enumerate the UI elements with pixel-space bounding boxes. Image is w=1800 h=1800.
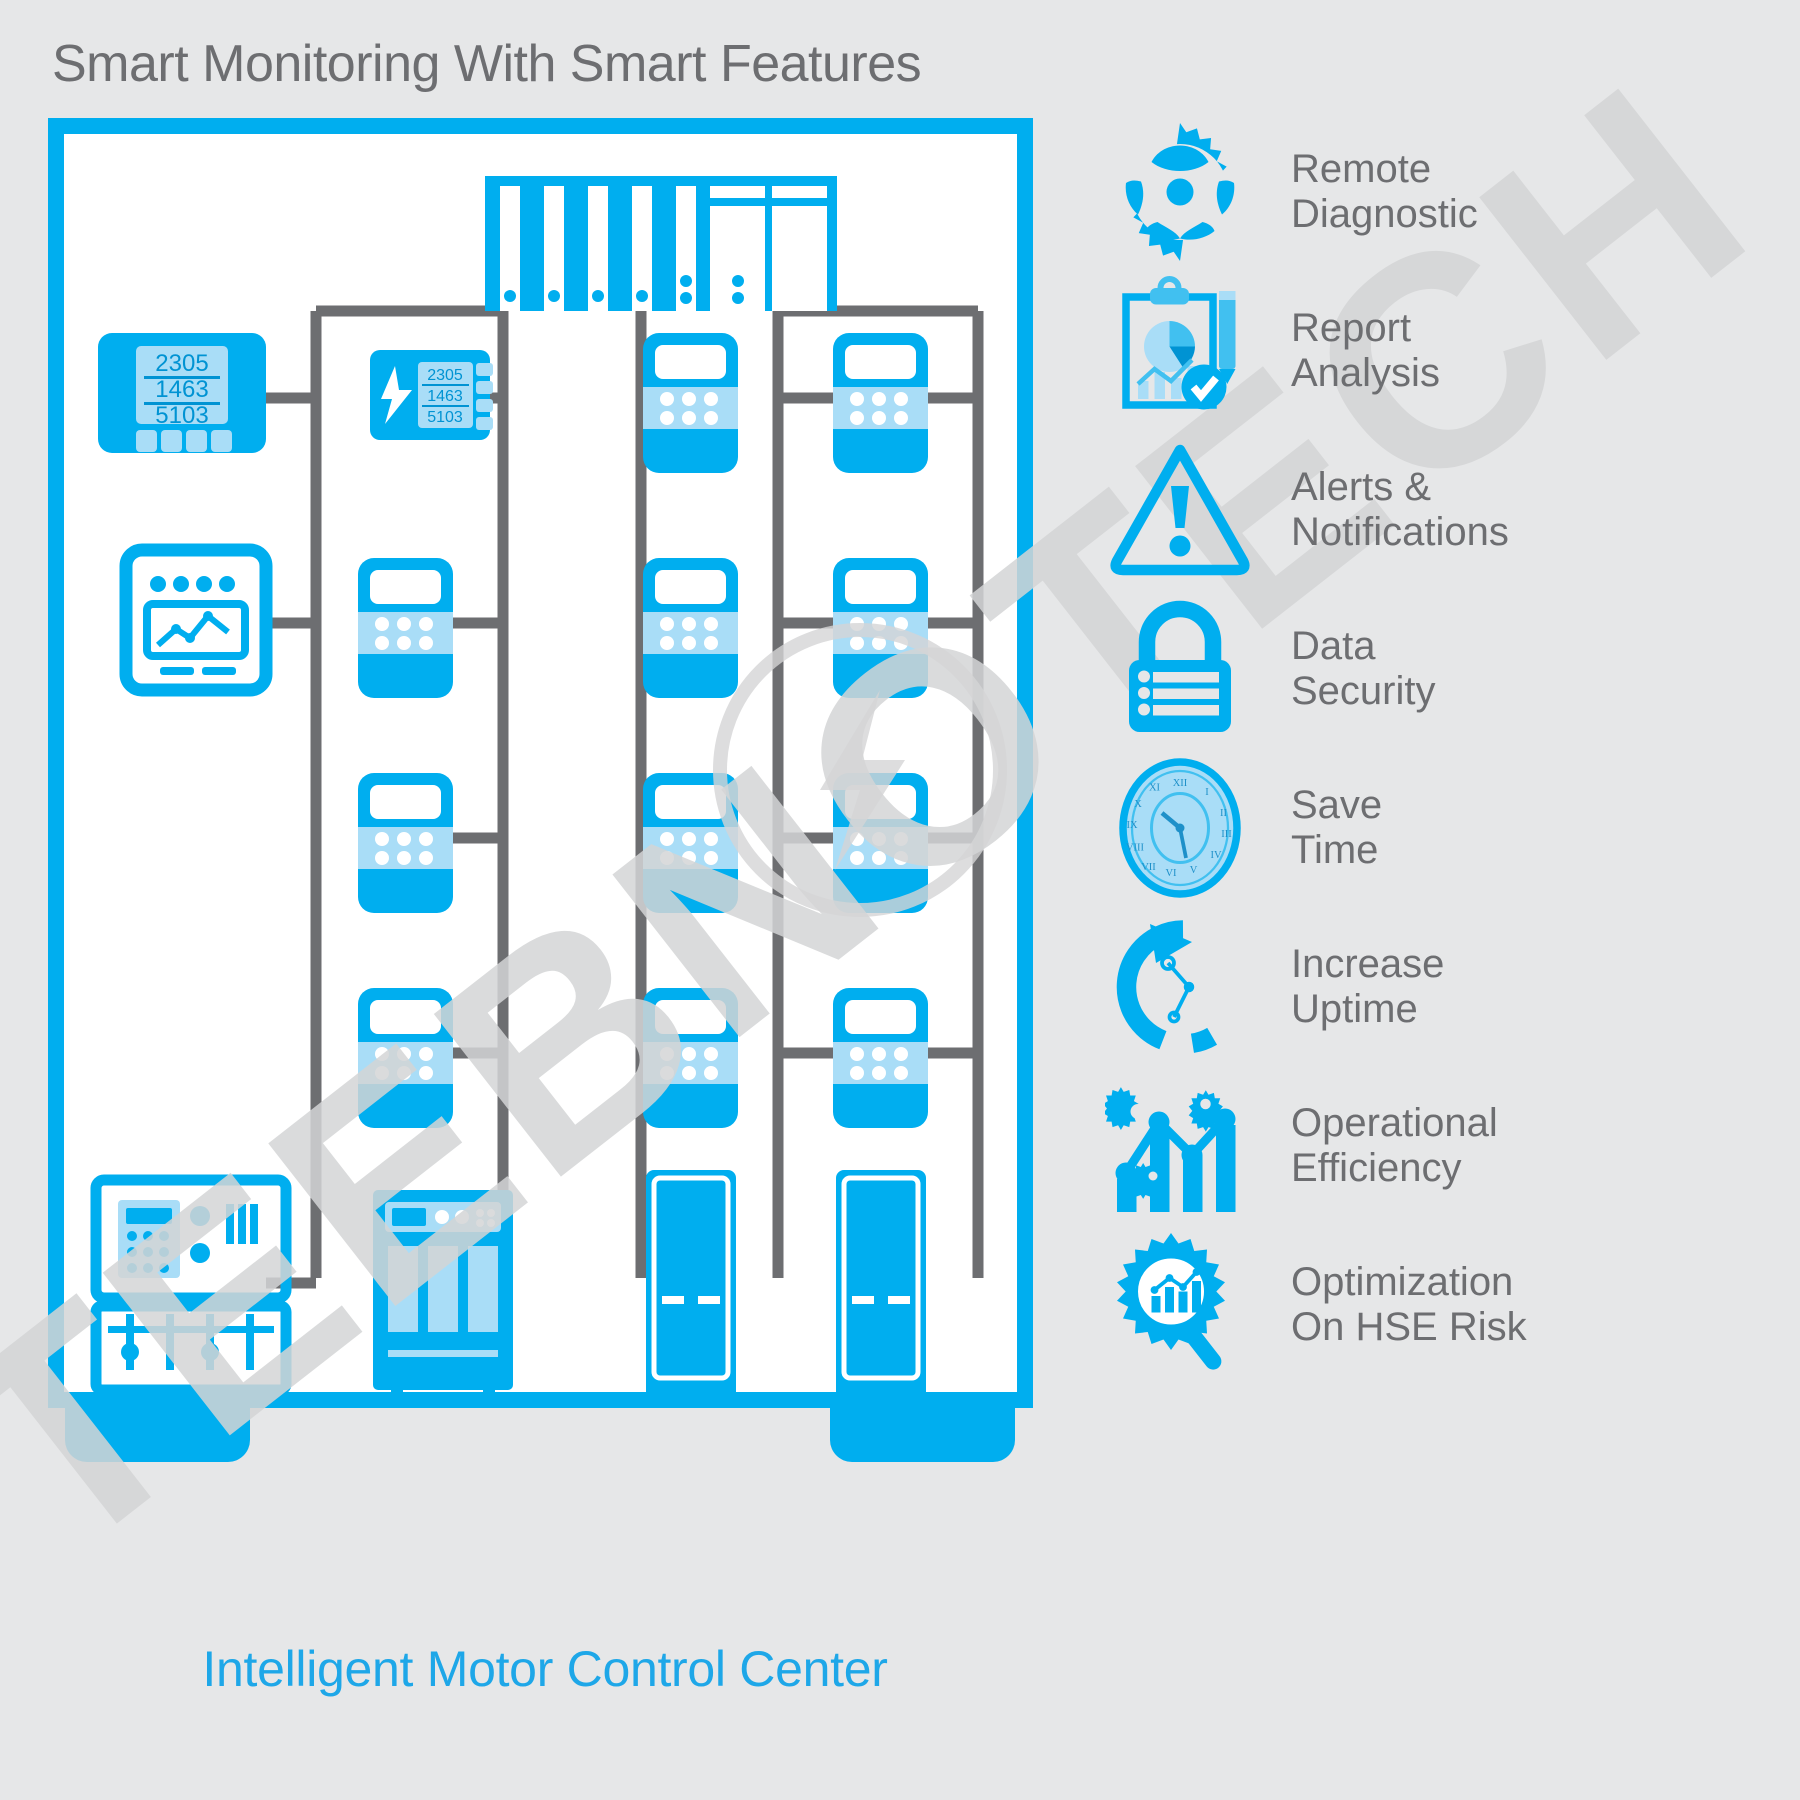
relay-line-2: 1463	[427, 388, 463, 405]
switchgear-panel[interactable]	[373, 1190, 513, 1400]
svg-text:IV: IV	[1210, 850, 1221, 861]
feature-label: Remote Diagnostic	[1291, 146, 1478, 236]
vertical-drive-cabinet[interactable]	[646, 1170, 736, 1400]
gear-icon	[1085, 117, 1275, 267]
operator-console[interactable]	[90, 1174, 292, 1396]
bar-chart-gears-icon	[1085, 1071, 1275, 1221]
feature-label: Report Analysis	[1291, 305, 1440, 395]
mcc-bucket-group	[358, 333, 928, 1128]
monitoring-display[interactable]	[119, 543, 273, 697]
feature-item-data-security[interactable]: Data Security	[1085, 589, 1785, 748]
feature-item-operational-efficiency[interactable]: Operational Efficiency	[1085, 1066, 1785, 1225]
mcc-bucket[interactable]	[358, 988, 453, 1128]
relay-line-1: 2305	[427, 367, 463, 384]
meter-line-3: 5103	[155, 402, 208, 429]
mcc-bucket[interactable]	[643, 988, 738, 1128]
mcc-bucket[interactable]	[358, 773, 453, 913]
svg-text:VIII: VIII	[1126, 842, 1145, 853]
clipboard-chart-icon	[1085, 275, 1275, 426]
meter-line-1: 2305	[155, 350, 208, 377]
feature-item-increase-uptime[interactable]: Increase Uptime	[1085, 907, 1785, 1066]
svg-text:VII: VII	[1141, 862, 1156, 873]
vertical-drive-cabinet[interactable]	[836, 1170, 926, 1400]
padlock-icon	[1085, 594, 1275, 744]
device-layer: 2305 1463 5103 2305 1463 5103	[90, 176, 928, 1400]
svg-text:VI: VI	[1165, 868, 1177, 879]
gear-magnifier-chart-icon	[1085, 1230, 1275, 1380]
cabinet-foot-right	[830, 1402, 1015, 1462]
svg-text:III: III	[1221, 829, 1232, 840]
page-title: Smart Monitoring With Smart Features	[52, 35, 922, 93]
power-meter[interactable]: 2305 1463 5103	[98, 333, 266, 453]
feature-label: Optimization On HSE Risk	[1291, 1259, 1527, 1349]
feature-item-optimization-hse-risk[interactable]: Optimization On HSE Risk	[1085, 1225, 1785, 1384]
mcc-bucket[interactable]	[833, 333, 928, 473]
mcc-bucket[interactable]	[833, 558, 928, 698]
svg-text:X: X	[1134, 799, 1142, 810]
cabinet-caption: Intelligent Motor Control Center	[202, 1641, 888, 1697]
svg-text:V: V	[1190, 865, 1198, 876]
mcc-bucket[interactable]	[833, 773, 928, 913]
feature-label: Save Time	[1291, 782, 1383, 872]
feature-label: Increase Uptime	[1291, 941, 1445, 1031]
warning-triangle-icon	[1085, 435, 1275, 585]
mcc-bucket[interactable]	[833, 988, 928, 1128]
feature-label: Operational Efficiency	[1291, 1100, 1498, 1190]
features-list: Remote Diagnostic Report Analysis Alerts…	[1085, 112, 1785, 1384]
uptime-arrow-clock-icon	[1085, 912, 1275, 1062]
feature-item-remote-diagnostic[interactable]: Remote Diagnostic	[1085, 112, 1785, 271]
mcc-bucket[interactable]	[643, 773, 738, 913]
plc-rack[interactable]	[485, 176, 837, 311]
cabinet-foot-left	[65, 1402, 250, 1462]
feature-item-alerts-notifications[interactable]: Alerts & Notifications	[1085, 430, 1785, 589]
svg-text:XI: XI	[1149, 782, 1161, 793]
relay-line-3: 5103	[427, 409, 463, 426]
feature-label: Alerts & Notifications	[1291, 464, 1509, 554]
feature-label: Data Security	[1291, 623, 1436, 713]
mcc-bucket[interactable]	[358, 558, 453, 698]
svg-text:IX: IX	[1126, 820, 1137, 831]
feature-item-save-time[interactable]: XII I II III IV V VI VII VIII IX X XI Sa…	[1085, 748, 1785, 907]
svg-text:I: I	[1205, 787, 1209, 798]
meter-line-2: 1463	[155, 376, 208, 403]
feature-item-report-analysis[interactable]: Report Analysis	[1085, 271, 1785, 430]
protection-relay[interactable]: 2305 1463 5103	[370, 350, 493, 440]
mcc-bucket[interactable]	[643, 333, 738, 473]
svg-text:II: II	[1220, 808, 1227, 819]
clock-icon: XII I II III IV V VI VII VIII IX X XI	[1085, 753, 1275, 903]
svg-text:XII: XII	[1173, 778, 1188, 789]
mcc-bucket[interactable]	[643, 558, 738, 698]
